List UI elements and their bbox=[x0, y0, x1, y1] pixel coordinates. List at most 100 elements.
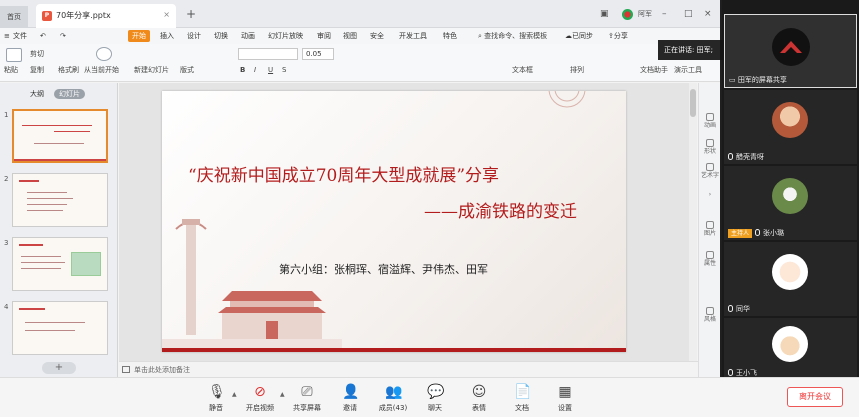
close-window-icon[interactable]: × bbox=[704, 8, 712, 20]
documents-button[interactable]: 📄 文档 bbox=[510, 384, 534, 413]
mute-label: 静音 bbox=[209, 404, 223, 412]
vertical-scrollbar[interactable] bbox=[689, 83, 697, 361]
participant-tile-2[interactable]: 醋壳青呀 bbox=[724, 90, 857, 164]
slide-thumbnail-1[interactable] bbox=[12, 109, 108, 163]
emoji-button[interactable]: ☺ 表情 bbox=[467, 384, 491, 413]
menu-transition[interactable]: 切换 bbox=[214, 30, 228, 42]
video-options-chevron-icon[interactable]: ▲ bbox=[280, 391, 285, 398]
slide-title[interactable]: “庆祝新中国成立70周年大型成就展”分享 bbox=[188, 161, 499, 186]
text-assistant-button[interactable]: 文档助手 bbox=[640, 66, 668, 75]
microphone-icon: 🎙 bbox=[208, 384, 226, 400]
home-tab[interactable]: 首页 bbox=[0, 6, 28, 28]
invite-button[interactable]: 👤 邀请 bbox=[338, 384, 362, 413]
members-icon: 👥 bbox=[385, 384, 403, 400]
slide-thumbnail-sidebar: 大纲 幻灯片 1 2 3 4 + bbox=[0, 83, 118, 377]
tab-outline[interactable]: 大纲 bbox=[30, 89, 44, 99]
command-search[interactable]: ⌕ 查找命令、搜索模板 bbox=[478, 30, 548, 42]
hamburger-icon[interactable]: ≡ bbox=[4, 30, 10, 42]
slide-number: 1 bbox=[4, 111, 9, 119]
close-tab-icon[interactable]: × bbox=[163, 10, 170, 19]
participant-tile-1[interactable]: ▭ 田军的屏幕共享 bbox=[724, 14, 857, 88]
chat-icon: 💬 bbox=[427, 384, 445, 400]
menu-review[interactable]: 审阅 bbox=[317, 30, 331, 42]
slide-bottom-bar bbox=[162, 348, 626, 352]
maximize-icon[interactable]: □ bbox=[684, 8, 693, 20]
new-slide-button[interactable]: 新建幻灯片 bbox=[134, 66, 169, 75]
underline-icon[interactable]: U bbox=[268, 66, 273, 75]
chat-button[interactable]: 💬 聊天 bbox=[423, 384, 447, 413]
play-icon[interactable] bbox=[96, 47, 112, 61]
participant-tile-3[interactable]: 主持人 张小璐 bbox=[724, 166, 857, 240]
slide-thumbnail-2[interactable] bbox=[12, 173, 108, 227]
user-name: 阿军 bbox=[638, 10, 652, 18]
screen-share-avatar bbox=[772, 28, 810, 66]
menu-design[interactable]: 设计 bbox=[187, 30, 201, 42]
new-tab-icon[interactable]: + bbox=[186, 8, 196, 20]
participant-name: ▭ 田军的屏幕共享 bbox=[729, 75, 787, 85]
document-tab[interactable]: P 70年分享.pptx × bbox=[36, 4, 176, 28]
play-from-current-button[interactable]: 从当前开始 bbox=[84, 66, 119, 75]
participant-tile-4[interactable]: 同华 bbox=[724, 242, 857, 316]
slide-number: 2 bbox=[4, 175, 9, 183]
scrollbar-thumb[interactable] bbox=[690, 89, 696, 117]
slide-1[interactable]: “庆祝新中国成立70周年大型成就展”分享 ——成渝铁路的变迁 第六小组：张桐珲、… bbox=[162, 91, 626, 352]
shadow-icon[interactable]: S bbox=[282, 66, 286, 75]
start-video-button[interactable]: ⊘ 开启视频 bbox=[242, 384, 278, 413]
bold-icon[interactable]: B bbox=[240, 66, 245, 75]
panel-label: 风格 bbox=[703, 316, 716, 323]
collapse-panel-icon[interactable]: › bbox=[699, 191, 720, 199]
copy-button[interactable]: 复制 bbox=[30, 66, 44, 75]
layout-button[interactable]: 版式 bbox=[180, 66, 194, 75]
menu-developer[interactable]: 开发工具 bbox=[399, 30, 427, 42]
cut-button[interactable]: 剪切 bbox=[30, 50, 44, 59]
settings-button[interactable]: ▦ 设置 bbox=[553, 384, 577, 413]
notes-area[interactable]: 单击此处添加备注 bbox=[119, 361, 698, 377]
menu-file[interactable]: 文件 bbox=[13, 30, 27, 42]
user-avatar[interactable] bbox=[622, 9, 633, 20]
menu-view[interactable]: 视图 bbox=[343, 30, 357, 42]
paste-icon[interactable] bbox=[6, 48, 22, 62]
font-family-select[interactable] bbox=[238, 48, 298, 60]
menu-features[interactable]: 特色 bbox=[443, 30, 457, 42]
cloud-icon: ☁ bbox=[565, 32, 572, 40]
menu-animation[interactable]: 动画 bbox=[241, 30, 255, 42]
picture-panel-button[interactable]: 图片 bbox=[699, 221, 720, 238]
microphone-icon bbox=[728, 369, 733, 376]
avatar bbox=[772, 254, 808, 290]
italic-icon[interactable]: I bbox=[254, 66, 256, 75]
slide-thumbnail-4[interactable] bbox=[12, 301, 108, 355]
participant-tile-5[interactable]: 王小飞 bbox=[724, 318, 857, 377]
tab-slides[interactable]: 幻灯片 bbox=[54, 89, 85, 99]
shape-panel-button[interactable]: 形状 bbox=[699, 139, 720, 156]
menu-insert[interactable]: 插入 bbox=[160, 30, 174, 42]
minimize-icon[interactable]: – bbox=[662, 8, 667, 20]
textbox-button[interactable]: 文本框 bbox=[512, 66, 533, 75]
format-painter-button[interactable]: 格式刷 bbox=[58, 66, 79, 75]
audio-options-chevron-icon[interactable]: ▲ bbox=[232, 391, 237, 398]
members-button[interactable]: 👥 成员(43) bbox=[376, 384, 410, 413]
animation-panel-button[interactable]: 动画 bbox=[699, 113, 720, 130]
slide-thumbnail-3[interactable] bbox=[12, 237, 108, 291]
slide-subtitle[interactable]: ——成渝铁路的变迁 bbox=[424, 197, 577, 222]
arrange-button[interactable]: 排列 bbox=[570, 66, 584, 75]
properties-panel-button[interactable]: 属性 bbox=[699, 251, 720, 268]
style-panel-button[interactable]: 风格 bbox=[699, 307, 720, 324]
mute-button[interactable]: 🎙 静音 bbox=[204, 384, 228, 413]
sync-status[interactable]: ☁已同步 bbox=[565, 30, 593, 42]
share-screen-button[interactable]: ⎚ 共享屏幕 bbox=[290, 384, 324, 413]
undo-icon[interactable]: ↶ bbox=[40, 30, 46, 42]
menu-security[interactable]: 安全 bbox=[370, 30, 384, 42]
menu-slideshow[interactable]: 幻灯片放映 bbox=[268, 30, 303, 42]
paste-button[interactable]: 粘贴 bbox=[4, 66, 18, 75]
presenter-tools-button[interactable]: 演示工具 bbox=[674, 66, 702, 75]
window-layout-icon[interactable]: ▣ bbox=[600, 8, 609, 20]
slide-group-members[interactable]: 第六小组：张桐珲、宿溢辉、尹伟杰、田军 bbox=[279, 261, 488, 277]
font-size-select[interactable]: 0.05 bbox=[302, 48, 334, 60]
share-button[interactable]: ⇪分享 bbox=[608, 30, 628, 42]
menu-home[interactable]: 开始 bbox=[128, 30, 150, 42]
add-slide-button[interactable]: + bbox=[42, 362, 76, 374]
active-speaker-banner: 正在讲话: 田军; bbox=[658, 40, 724, 60]
wordart-panel-button[interactable]: 艺术字 bbox=[699, 163, 720, 180]
leave-meeting-button[interactable]: 离开会议 bbox=[787, 387, 843, 407]
redo-icon[interactable]: ↷ bbox=[60, 30, 66, 42]
